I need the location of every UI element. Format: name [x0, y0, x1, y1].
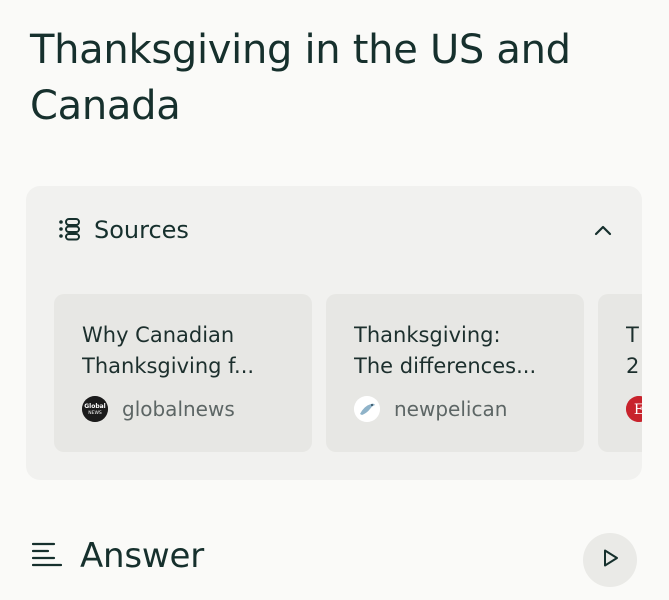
- source-card-title: T 2: [626, 320, 642, 382]
- svg-text:NEWS: NEWS: [88, 410, 102, 416]
- play-icon: [599, 547, 621, 573]
- svg-text:E: E: [634, 402, 642, 418]
- globalnews-logo-icon: Global NEWS: [82, 396, 108, 422]
- source-card-third[interactable]: T 2 E: [598, 294, 642, 452]
- answer-header: Answer: [31, 536, 205, 576]
- list-icon: [56, 216, 84, 244]
- pelican-logo-icon: [354, 396, 380, 422]
- answer-title: Answer: [80, 536, 205, 576]
- source-card-title-line: The differences...: [354, 354, 537, 378]
- source-card-title-line: T: [626, 323, 639, 347]
- source-card-title-line: Why Canadian: [82, 323, 235, 347]
- source-card-globalnews[interactable]: Why Canadian Thanksgiving f... Global NE…: [54, 294, 312, 452]
- collapse-sources-button[interactable]: [588, 218, 618, 248]
- source-card-title-line: Thanksgiving f...: [82, 354, 255, 378]
- source-name: globalnews: [122, 397, 235, 421]
- chevron-up-icon: [592, 220, 614, 246]
- source-attribution: Global NEWS globalnews: [82, 396, 235, 422]
- sources-title: Sources: [94, 216, 189, 244]
- play-answer-button[interactable]: [583, 533, 637, 587]
- svg-text:Global: Global: [84, 403, 106, 410]
- source-card-newpelican[interactable]: Thanksgiving: The differences... newpeli…: [326, 294, 584, 452]
- page-title: Thanksgiving in the US and Canada: [30, 27, 571, 129]
- source-name: newpelican: [394, 397, 508, 421]
- sources-panel: Sources Why Canadian Thanksgiving f... G…: [26, 186, 642, 480]
- source-attribution: newpelican: [354, 396, 507, 422]
- source-card-title-line: 2: [626, 354, 640, 378]
- sources-header[interactable]: Sources: [56, 216, 189, 244]
- source-attribution: E: [626, 396, 642, 422]
- source-card-title: Thanksgiving: The differences...: [354, 320, 564, 382]
- e-logo-icon: E: [626, 396, 642, 422]
- source-card-title-line: Thanksgiving:: [354, 323, 501, 347]
- text-lines-icon: [31, 541, 63, 571]
- source-cards: Why Canadian Thanksgiving f... Global NE…: [54, 294, 642, 452]
- source-card-title: Why Canadian Thanksgiving f...: [82, 320, 292, 382]
